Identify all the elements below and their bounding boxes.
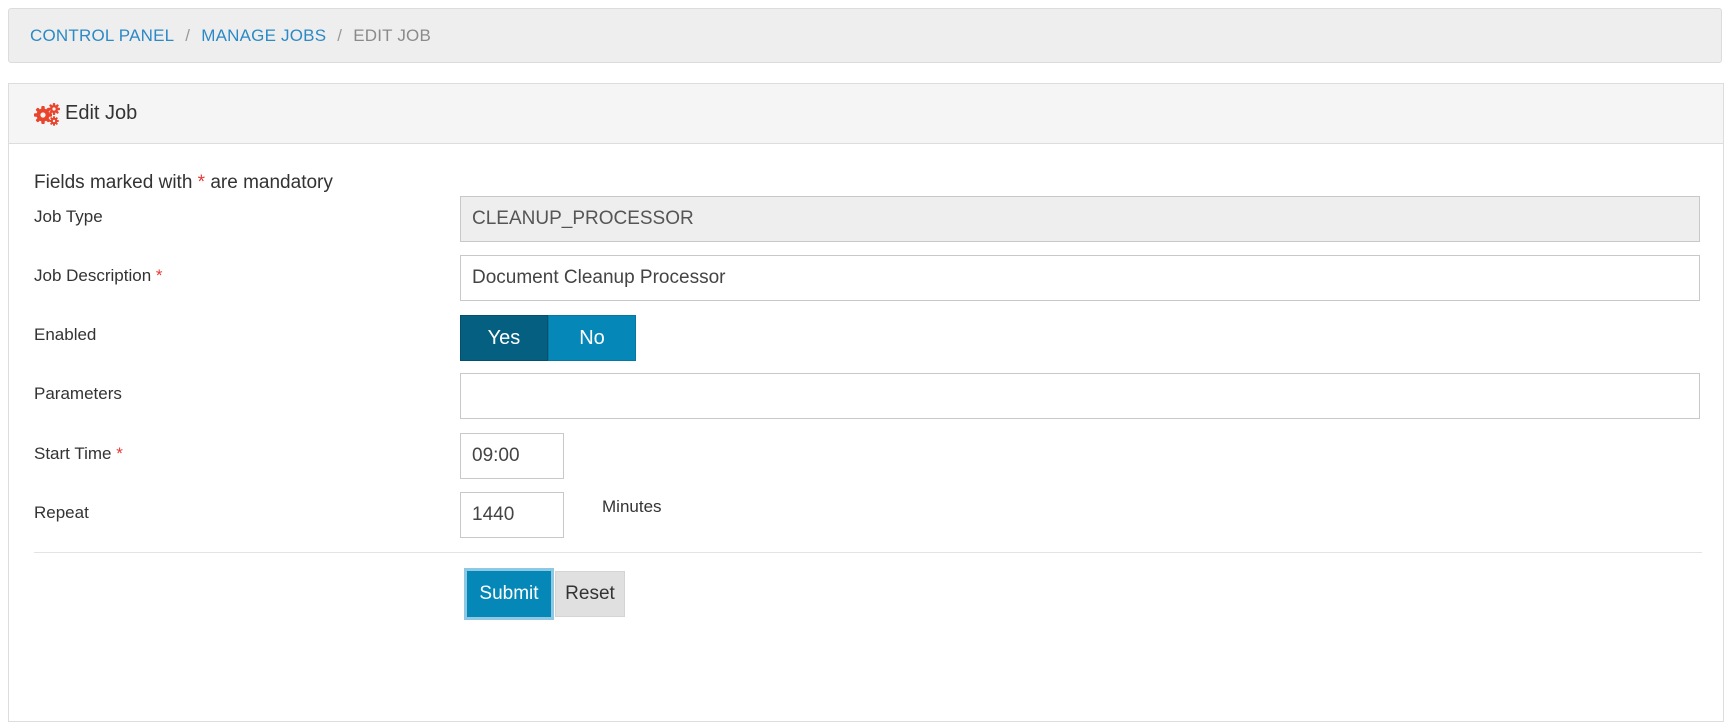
submit-button[interactable]: Submit	[467, 571, 551, 617]
mandatory-note: Fields marked with * are mandatory	[34, 172, 333, 194]
enabled-toggle: Yes No	[460, 315, 636, 361]
form-divider	[34, 552, 1702, 553]
start-time-input[interactable]: 09:00	[460, 433, 564, 479]
job-type-value: CLEANUP_PROCESSOR	[472, 208, 694, 229]
repeat-input[interactable]: 1440	[460, 492, 564, 538]
edit-job-panel: Edit Job Fields marked with * are mandat…	[8, 83, 1724, 722]
breadcrumb-current: EDIT JOB	[353, 25, 431, 45]
repeat-unit: Minutes	[602, 497, 662, 516]
repeat-value: 1440	[472, 504, 515, 525]
panel-title: Edit Job	[65, 102, 138, 124]
enabled-no-button[interactable]: No	[548, 315, 636, 361]
breadcrumb: CONTROL PANEL / MANAGE JOBS / EDIT JOB	[8, 8, 1722, 63]
parameters-input[interactable]	[460, 373, 1700, 419]
job-description-input[interactable]: Document Cleanup Processor	[460, 255, 1700, 301]
job-description-label-text: Job Description	[34, 266, 152, 285]
start-time-label: Start Time *	[34, 444, 123, 464]
start-time-value: 09:00	[472, 445, 520, 466]
job-type-label: Job Type	[34, 207, 103, 226]
enabled-label: Enabled	[34, 325, 97, 344]
reset-button[interactable]: Reset	[555, 571, 625, 617]
job-description-label: Job Description *	[34, 266, 163, 286]
breadcrumb-separator: /	[337, 25, 343, 45]
mandatory-note-suffix: are mandatory	[210, 172, 333, 193]
mandatory-note-prefix: Fields marked with	[34, 172, 193, 193]
panel-heading: Edit Job	[9, 84, 1723, 144]
repeat-label: Repeat	[34, 503, 89, 522]
job-description-value: Document Cleanup Processor	[472, 267, 726, 288]
job-type-field: CLEANUP_PROCESSOR	[460, 196, 1700, 242]
gears-icon	[33, 101, 61, 127]
parameters-label: Parameters	[34, 384, 122, 403]
required-star: *	[197, 172, 206, 193]
enabled-yes-button[interactable]: Yes	[460, 315, 548, 361]
breadcrumb-manage-jobs-link[interactable]: MANAGE JOBS	[201, 26, 326, 46]
breadcrumb-separator: /	[185, 25, 191, 45]
required-star: *	[155, 266, 163, 285]
start-time-label-text: Start Time	[34, 444, 112, 463]
required-star: *	[116, 444, 123, 463]
breadcrumb-control-panel-link[interactable]: CONTROL PANEL	[30, 26, 174, 46]
